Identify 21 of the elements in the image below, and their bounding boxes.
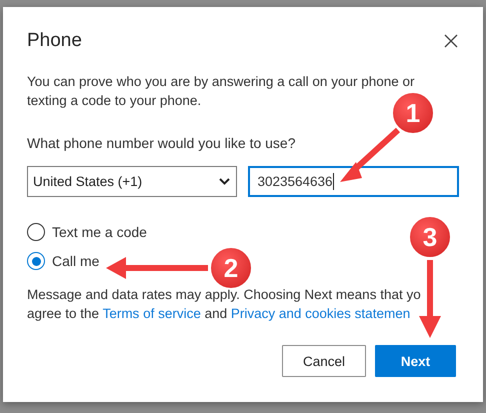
chevron-icon (219, 178, 230, 185)
close-icon[interactable] (444, 34, 458, 48)
notice-text: Message and data rates may apply. Choosing Next means that yo agree to the Terms of service and Privacy and cookies statemen (27, 286, 422, 323)
phone-number-field[interactable]: 3023564636 (248, 166, 459, 197)
radio-button[interactable] (27, 223, 45, 241)
dialog-title: Phone (27, 30, 82, 52)
radio-label[interactable]: Call me (52, 253, 100, 269)
radio-label[interactable]: Text me a code (52, 224, 147, 240)
step-marker (391, 91, 435, 135)
step-number: 3 (422, 222, 438, 252)
radio-button[interactable] (27, 252, 45, 270)
country-dropdown[interactable]: United States (+1) (27, 166, 238, 197)
privacy-link[interactable]: Privacy and cookies statemen (230, 306, 410, 321)
terms-link[interactable]: Terms of service (102, 306, 201, 321)
question-label: What phone number would you like to use? (27, 135, 296, 151)
step-number: 2 (224, 253, 238, 283)
next-button[interactable]: Next (375, 345, 456, 377)
step-marker (408, 215, 452, 259)
cancel-button[interactable]: Cancel (282, 345, 366, 377)
step-marker (209, 246, 253, 290)
callout-arrow (340, 128, 400, 182)
